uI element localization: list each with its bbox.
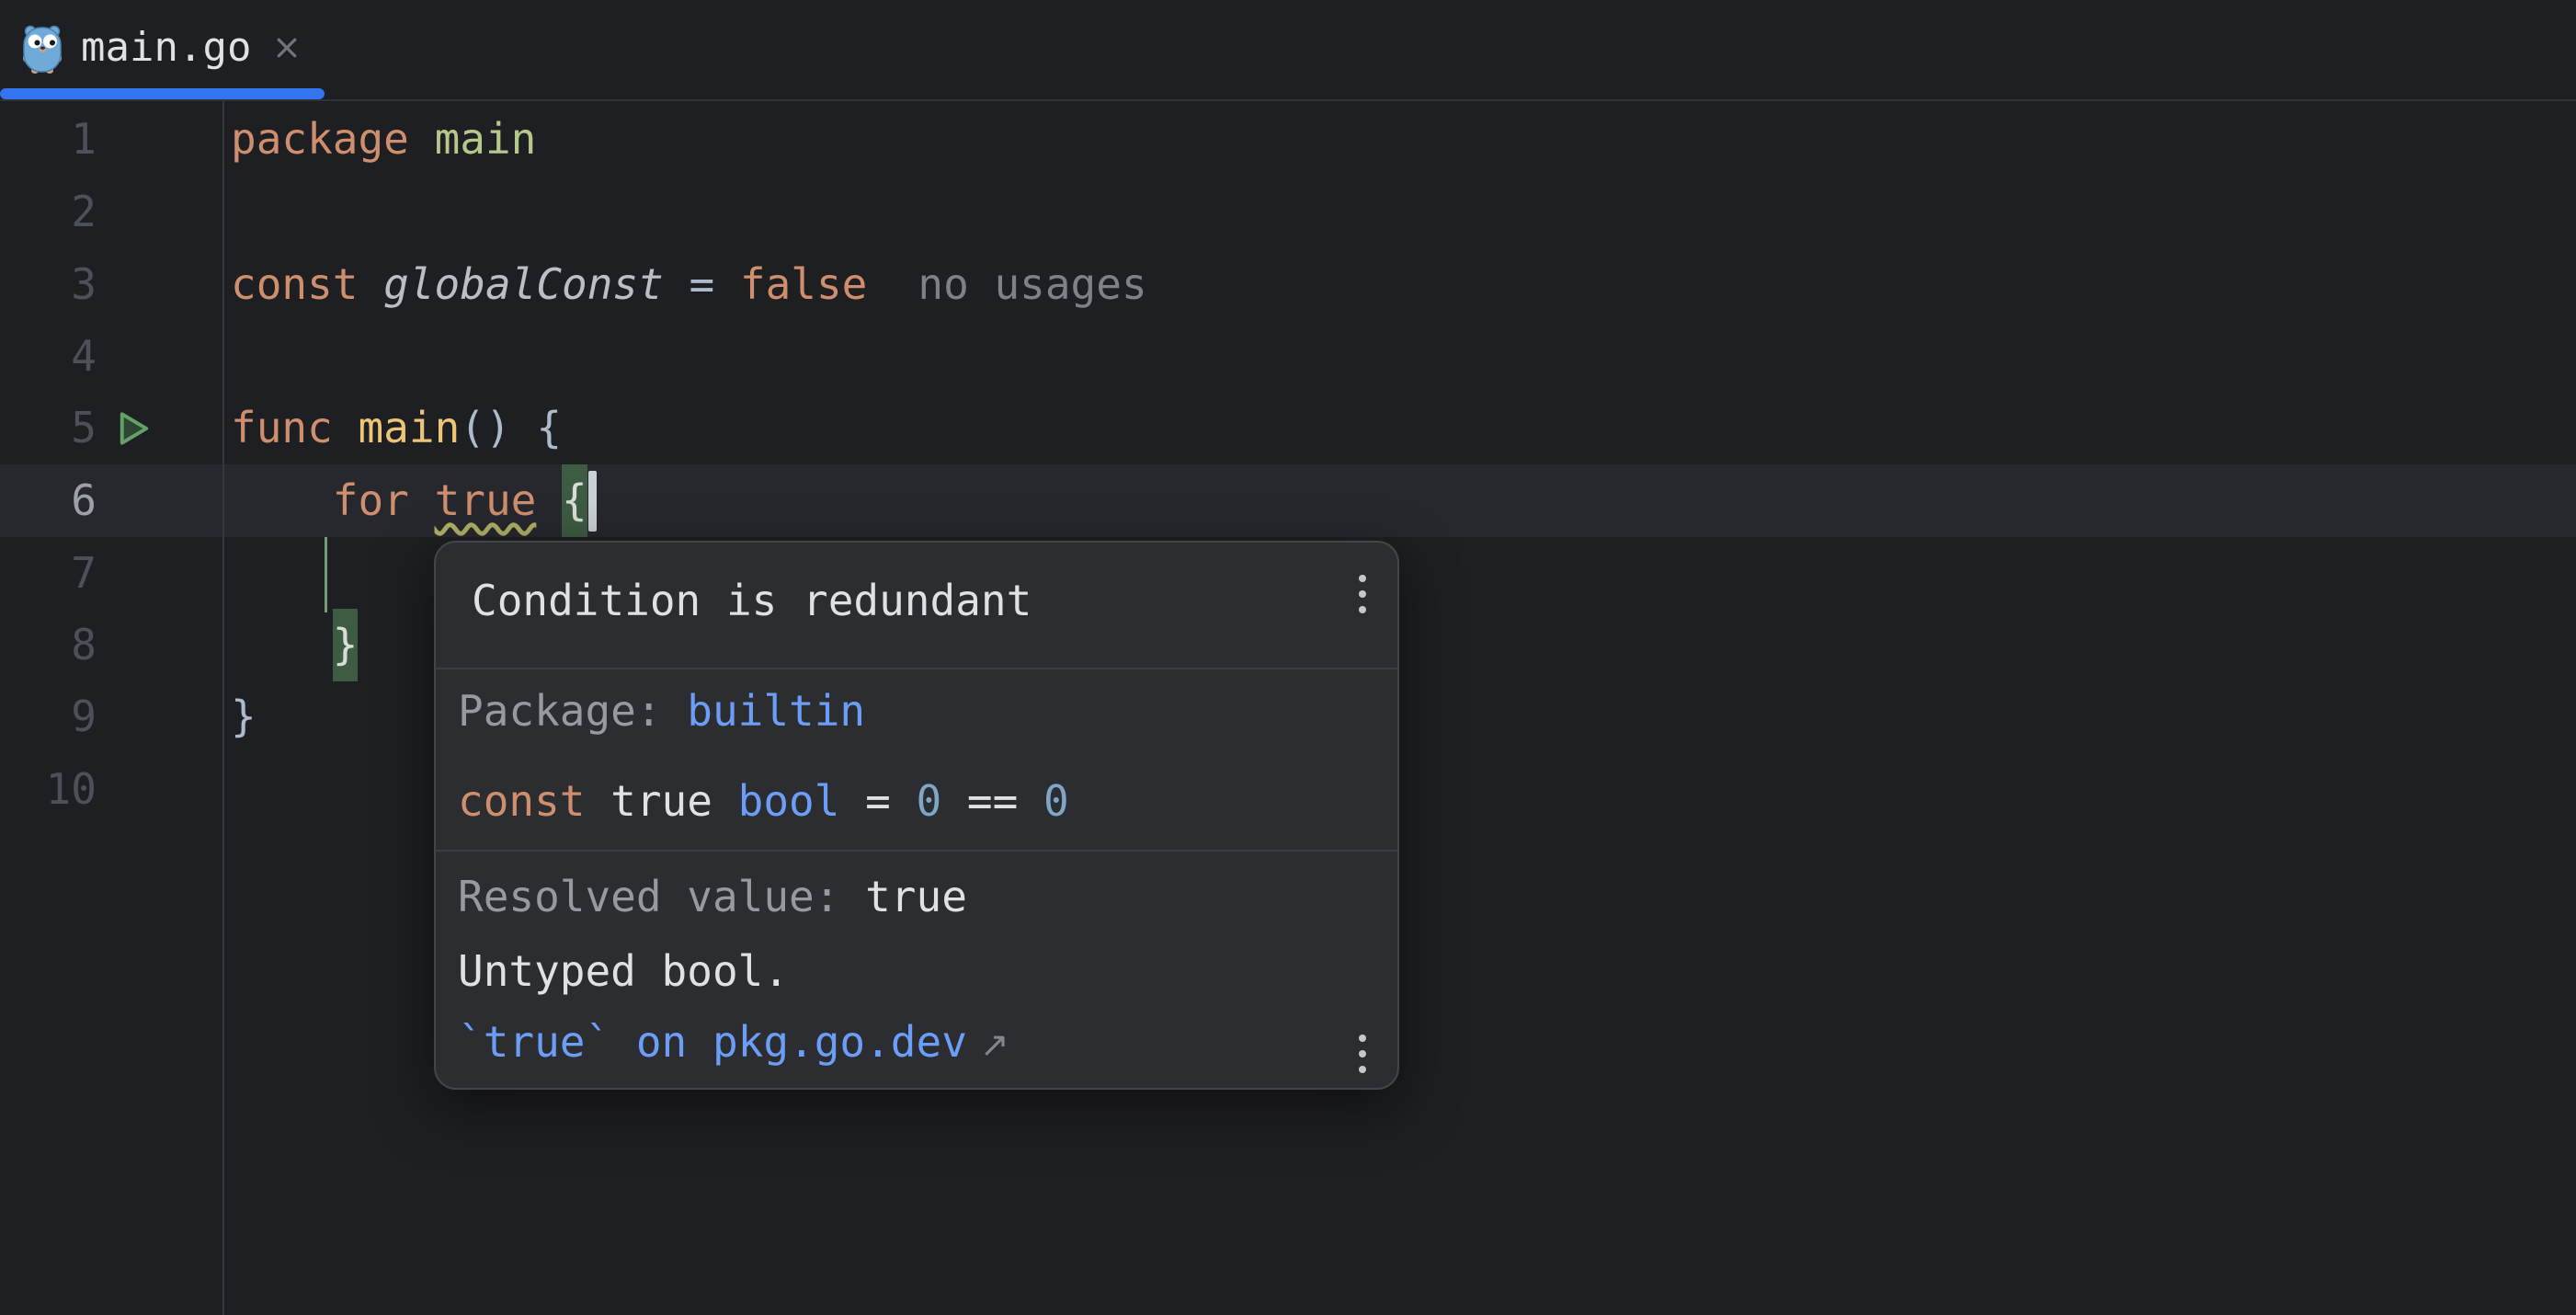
package-label: Package: — [458, 685, 662, 737]
resolved-label: Resolved value: — [458, 871, 865, 922]
line-number: 10 — [0, 753, 97, 826]
line-number: 4 — [0, 320, 97, 393]
number-literal: 0 — [917, 775, 942, 827]
space — [662, 685, 688, 737]
popup-bottom-more-icon[interactable] — [1355, 1031, 1370, 1077]
line-number-current: 6 — [0, 464, 97, 537]
keyword: for — [231, 464, 435, 537]
keyword-value: false — [740, 248, 867, 321]
identifier: globalConst — [383, 248, 664, 321]
untyped-text: Untyped bool. — [458, 945, 789, 997]
documentation-popup: Condition is redundant Package: builtin … — [434, 541, 1399, 1090]
matched-brace-close: } — [333, 609, 359, 681]
keyword: package — [231, 103, 435, 176]
punctuation: () { — [460, 392, 562, 464]
line-number: 2 — [0, 176, 97, 248]
const-name: true — [610, 775, 737, 827]
gutter-divider — [222, 101, 224, 1315]
text-caret — [588, 471, 597, 532]
package-name: main — [435, 103, 537, 176]
goland-window: main.go 1 2 3 4 5 6 7 8 9 10 package mai… — [0, 0, 2576, 1315]
package-link[interactable]: builtin — [687, 685, 865, 737]
popup-title: Condition is redundant — [472, 575, 1032, 626]
type-link[interactable]: bool — [738, 775, 840, 827]
space — [536, 464, 562, 537]
resolved-value-row: Resolved value: true — [458, 871, 967, 922]
brace: } — [231, 680, 256, 753]
keyword: const — [458, 775, 610, 827]
go-gopher-icon — [22, 23, 63, 74]
external-doc-row: `true` on pkg.go.dev ↗ — [458, 1016, 1009, 1070]
active-tab-underline — [0, 88, 325, 99]
declaration-row: const true bool = 0 == 0 — [458, 775, 1069, 827]
code-line-9[interactable]: } — [231, 680, 256, 753]
line-number: 7 — [0, 537, 97, 610]
keyword: const — [231, 248, 383, 321]
editor-tab-bar: main.go — [0, 0, 2576, 101]
popup-title-text: Condition is redundant — [472, 575, 1032, 626]
code-line-8[interactable]: } — [231, 609, 358, 681]
popup-more-icon[interactable] — [1355, 571, 1370, 617]
code-line-5[interactable]: func main() { — [231, 392, 562, 464]
number-literal: 0 — [1043, 775, 1069, 827]
line-number: 1 — [0, 103, 97, 176]
warning-condition[interactable]: true — [435, 464, 537, 537]
usages-inlay-hint[interactable]: no usages — [918, 248, 1146, 321]
operator: == — [941, 775, 1043, 827]
indent — [231, 609, 333, 681]
function-name: main — [358, 392, 460, 464]
tab-main-go[interactable]: main.go — [0, 0, 325, 101]
code-line-3[interactable]: const globalConst = false no usages — [231, 248, 1147, 321]
line-number: 9 — [0, 680, 97, 753]
tab-label: main.go — [81, 28, 251, 68]
code-line-1[interactable]: package main — [231, 103, 536, 176]
pkg-go-dev-link[interactable]: `true` on pkg.go.dev — [458, 1016, 967, 1068]
line-number: 5 — [0, 392, 97, 464]
indent-guide — [325, 537, 327, 612]
tab-close-icon[interactable] — [273, 34, 301, 62]
resolved-value: true — [865, 871, 967, 922]
external-link-icon: ↗ — [980, 1019, 1009, 1070]
keyword: func — [231, 392, 358, 464]
line-number: 3 — [0, 248, 97, 321]
popup-divider — [436, 850, 1397, 852]
operator: = — [839, 775, 916, 827]
operator: = — [664, 248, 740, 321]
untyped-row: Untyped bool. — [458, 945, 789, 997]
tab-bar-border — [0, 99, 2576, 101]
code-line-6[interactable]: for true { — [231, 464, 587, 537]
line-number: 8 — [0, 609, 97, 681]
matched-brace-open: { — [562, 464, 587, 537]
run-icon[interactable] — [111, 406, 154, 451]
popup-divider — [436, 668, 1397, 669]
package-row: Package: builtin — [458, 685, 865, 737]
